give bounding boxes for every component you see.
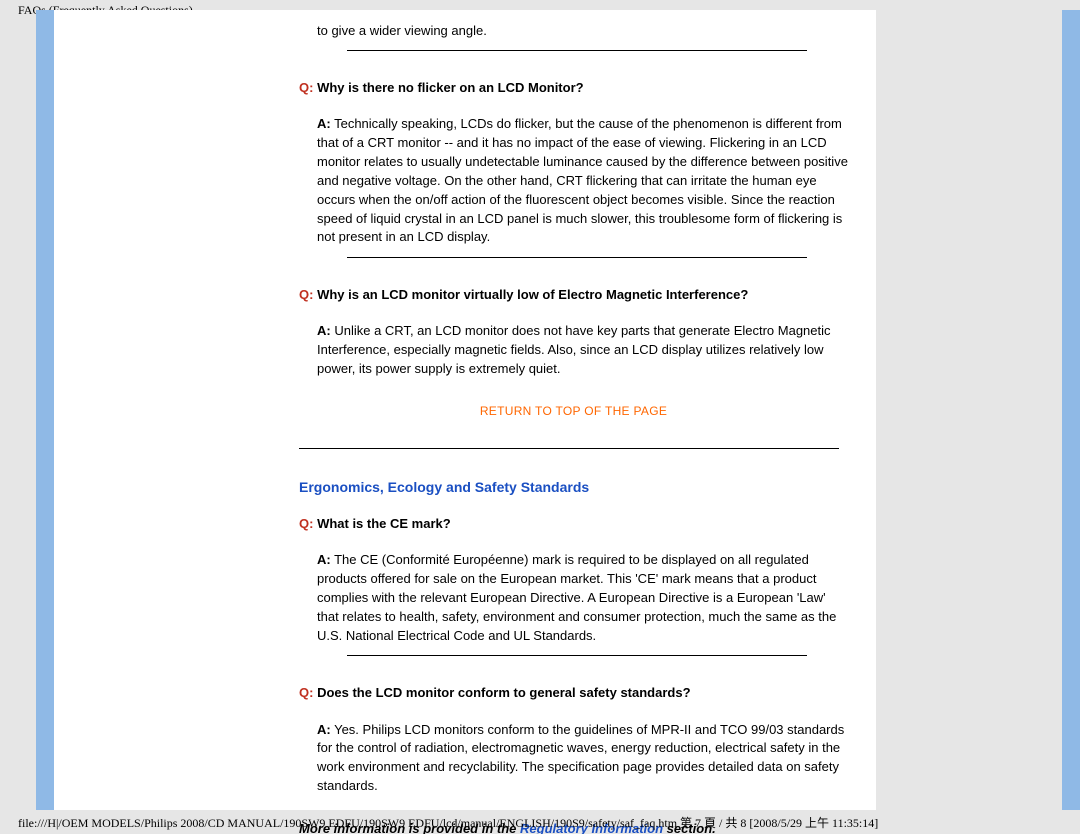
faq-item: Q: What is the CE mark? A: The CE (Confo…	[299, 515, 848, 656]
q-label: Q:	[299, 287, 313, 302]
q-text: Why is an LCD monitor virtually low of E…	[313, 287, 748, 302]
a-text: Yes. Philips LCD monitors conform to the…	[317, 722, 844, 794]
q-label: Q:	[299, 685, 313, 700]
faq-item: Q: Does the LCD monitor conform to gener…	[299, 684, 848, 796]
section-heading: Ergonomics, Ecology and Safety Standards	[299, 479, 848, 495]
faq-question: Q: Why is an LCD monitor virtually low o…	[299, 286, 848, 304]
faq-answer: A: Unlike a CRT, an LCD monitor does not…	[317, 322, 848, 379]
divider	[347, 655, 807, 656]
faq-question: Q: What is the CE mark?	[299, 515, 848, 533]
right-decorative-bar	[1062, 10, 1080, 810]
faq-question: Q: Why is there no flicker on an LCD Mon…	[299, 79, 848, 97]
divider	[347, 257, 807, 258]
a-label: A:	[317, 323, 331, 338]
a-text: Unlike a CRT, an LCD monitor does not ha…	[317, 323, 831, 376]
divider	[347, 50, 807, 51]
q-text: Why is there no flicker on an LCD Monito…	[313, 80, 583, 95]
a-label: A:	[317, 552, 331, 567]
a-label: A:	[317, 722, 331, 737]
faq-item: Q: Why is there no flicker on an LCD Mon…	[299, 79, 848, 258]
content-area: to give a wider viewing angle. Q: Why is…	[54, 10, 876, 810]
partial-answer-continuation: to give a wider viewing angle.	[317, 22, 848, 40]
q-text: Does the LCD monitor conform to general …	[313, 685, 690, 700]
page-root: FAQs (Frequently Asked Questions) to giv…	[0, 0, 1080, 834]
footer-file-path: file:///H|/OEM MODELS/Philips 2008/CD MA…	[18, 814, 878, 831]
faq-item: Q: Why is an LCD monitor virtually low o…	[299, 286, 848, 379]
q-label: Q:	[299, 80, 313, 95]
main-frame: to give a wider viewing angle. Q: Why is…	[36, 10, 1048, 810]
section-divider	[299, 448, 839, 449]
q-text: What is the CE mark?	[313, 516, 450, 531]
faq-answer: A: The CE (Conformité Européenne) mark i…	[317, 551, 848, 645]
a-text: The CE (Conformité Européenne) mark is r…	[317, 552, 836, 642]
q-label: Q:	[299, 516, 313, 531]
return-to-top-link[interactable]: RETURN TO TOP OF THE PAGE	[299, 404, 848, 418]
faq-question: Q: Does the LCD monitor conform to gener…	[299, 684, 848, 702]
a-text: Technically speaking, LCDs do flicker, b…	[317, 116, 848, 244]
left-decorative-bar	[36, 10, 54, 810]
a-label: A:	[317, 116, 331, 131]
faq-answer: A: Yes. Philips LCD monitors conform to …	[317, 721, 848, 796]
faq-answer: A: Technically speaking, LCDs do flicker…	[317, 115, 848, 247]
